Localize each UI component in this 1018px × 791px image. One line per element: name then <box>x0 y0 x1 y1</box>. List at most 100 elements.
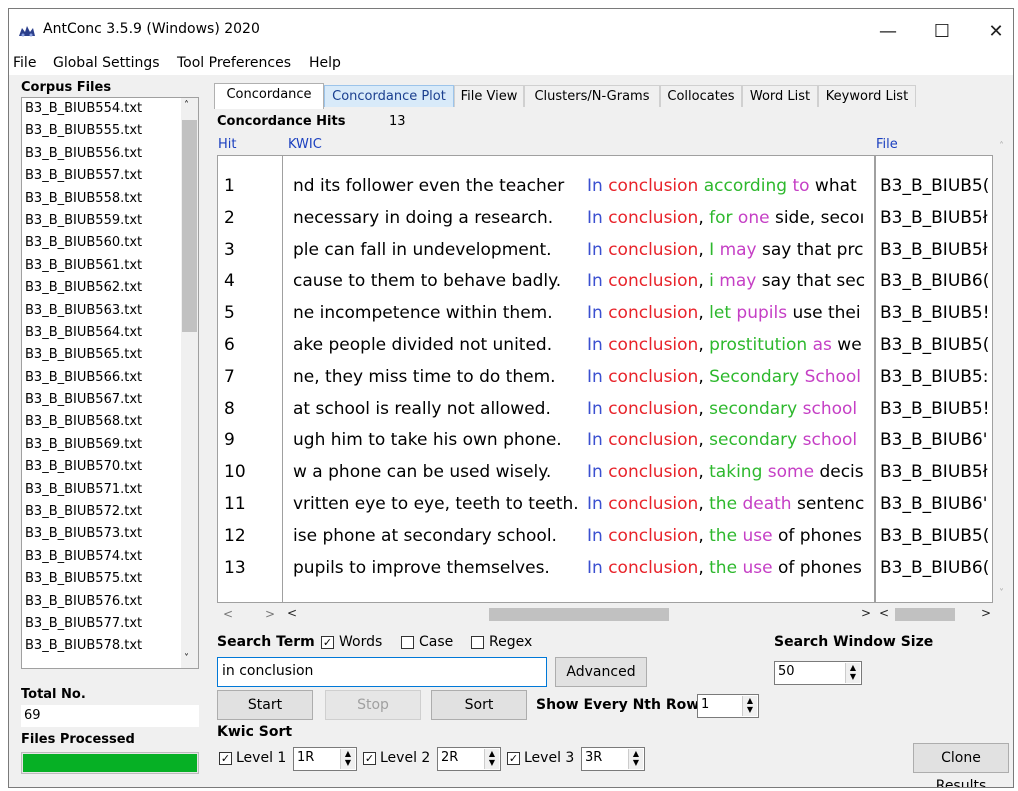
kwic-row[interactable]: nd its follower even the teacher In concl… <box>283 170 874 202</box>
corpus-file-item[interactable]: B3_B_BIUB555.txt <box>22 120 198 142</box>
file-name[interactable]: B3_B_BIUB5( <box>880 329 989 361</box>
corpus-file-item[interactable]: B3_B_BIUB569.txt <box>22 434 198 456</box>
stop-button[interactable]: Stop <box>325 690 421 720</box>
corpus-file-item[interactable]: B3_B_BIUB568.txt <box>22 411 198 433</box>
file-name[interactable]: B3_B_BIUB5ł <box>880 456 988 488</box>
file-name[interactable]: B3_B_BIUB5ł <box>880 202 988 234</box>
kwic-row[interactable]: w a phone can be used wisely. In conclusi… <box>283 456 874 488</box>
corpus-file-item[interactable]: B3_B_BIUB574.txt <box>22 546 198 568</box>
kwic-row[interactable]: at school is really not allowed. In concl… <box>283 393 874 425</box>
case-checkbox[interactable] <box>401 636 414 649</box>
kwic-row[interactable]: pupils to improve themselves. In conclusi… <box>283 552 874 584</box>
menu-tool-preferences[interactable]: Tool Preferences <box>177 55 291 71</box>
advanced-button[interactable]: Advanced <box>555 657 647 687</box>
spinner-arrows-icon[interactable]: ▲ ▼ <box>340 749 355 769</box>
level-1-spinner[interactable]: 1R ▲ ▼ <box>293 747 357 771</box>
level-2-spinner[interactable]: 2R ▲ ▼ <box>437 747 501 771</box>
scroll-up-icon[interactable]: ˄ <box>184 100 189 111</box>
search-window-size-spinner[interactable]: 50 ▲ ▼ <box>774 661 862 685</box>
kwic-hscrollbar[interactable]: < > <box>283 606 875 623</box>
menu-help[interactable]: Help <box>309 55 341 71</box>
col-header-file[interactable]: File <box>876 137 898 152</box>
file-name[interactable]: B3_B_BIUB5( <box>880 520 989 552</box>
scroll-left-icon[interactable]: < <box>287 606 297 620</box>
scroll-right-icon[interactable]: > <box>265 607 275 621</box>
file-name[interactable]: B3_B_BIUB5( <box>880 170 989 202</box>
maximize-button[interactable]: ☐ <box>919 9 965 53</box>
level-1-checkbox[interactable]: ✓ <box>219 752 232 765</box>
level-3-spinner[interactable]: 3R ▲ ▼ <box>581 747 645 771</box>
words-checkbox[interactable]: ✓ <box>321 636 334 649</box>
kwic-row[interactable]: necessary in doing a research. In conclus… <box>283 202 874 234</box>
kwic-row[interactable]: cause to them to behave badly. In conclus… <box>283 265 874 297</box>
hit-hscrollbar[interactable]: < > <box>217 606 283 623</box>
nth-row-spinner[interactable]: 1 ▲ ▼ <box>697 694 759 718</box>
file-name[interactable]: B3_B_BIUB6' <box>880 424 987 456</box>
level-2-checkbox[interactable]: ✓ <box>363 752 376 765</box>
corpus-file-item[interactable]: B3_B_BIUB557.txt <box>22 165 198 187</box>
corpus-file-item[interactable]: B3_B_BIUB570.txt <box>22 456 198 478</box>
search-term-input[interactable]: in conclusion <box>217 657 547 687</box>
kwic-row[interactable]: ple can fall in undevelopment. In conclus… <box>283 234 874 266</box>
tab-word-list[interactable]: Word List <box>742 85 818 107</box>
corpus-file-list[interactable]: B3_B_BIUB554.txt B3_B_BIUB555.txt B3_B_BIU… <box>21 97 199 669</box>
file-hscrollbar[interactable]: < > <box>875 606 995 623</box>
level-3-checkbox[interactable]: ✓ <box>507 752 520 765</box>
kwic-row[interactable]: vritten eye to eye, teeth to teeth. In co… <box>283 488 874 520</box>
file-name[interactable]: B3_B_BIUB6( <box>880 265 989 297</box>
spinner-arrows-icon[interactable]: ▲ ▼ <box>484 749 499 769</box>
corpus-file-item[interactable]: B3_B_BIUB572.txt <box>22 501 198 523</box>
tab-concordance-plot[interactable]: Concordance Plot <box>324 85 454 107</box>
corpus-list-scrollbar[interactable]: ˄ ˅ <box>181 98 198 668</box>
corpus-file-item[interactable]: B3_B_BIUB563.txt <box>22 300 198 322</box>
corpus-file-item[interactable]: B3_B_BIUB577.txt <box>22 613 198 635</box>
corpus-file-item[interactable]: B3_B_BIUB571.txt <box>22 479 198 501</box>
kwic-row[interactable]: ake people divided not united. In conclus… <box>283 329 874 361</box>
corpus-file-item[interactable]: B3_B_BIUB562.txt <box>22 277 198 299</box>
concordance-vscrollbar[interactable]: ˄ ˅ <box>995 139 1013 603</box>
corpus-file-item[interactable]: B3_B_BIUB578.txt <box>22 635 198 657</box>
col-header-kwic[interactable]: KWIC <box>288 137 322 152</box>
sort-button[interactable]: Sort <box>431 690 527 720</box>
file-pane[interactable]: B3_B_BIUB5(B3_B_BIUB5ł B3_B_BIUB5ł B3_B_BI… <box>875 155 993 603</box>
hit-number-pane[interactable]: 1 2 3 4 5 6 7 8 9 10 11 12 13 <box>217 155 283 603</box>
scroll-right-icon[interactable]: > <box>981 606 991 620</box>
scroll-left-icon[interactable]: < <box>223 607 233 621</box>
file-hscroll-thumb[interactable] <box>895 608 955 621</box>
corpus-list-scroll-thumb[interactable] <box>182 120 197 332</box>
file-name[interactable]: B3_B_BIUB6' <box>880 488 987 520</box>
menu-global-settings[interactable]: Global Settings <box>53 55 160 71</box>
scroll-left-icon[interactable]: < <box>879 606 889 620</box>
corpus-file-item[interactable]: B3_B_BIUB575.txt <box>22 568 198 590</box>
corpus-file-item[interactable]: B3_B_BIUB573.txt <box>22 523 198 545</box>
file-name[interactable]: B3_B_BIUB5! <box>880 393 990 425</box>
scroll-down-icon[interactable]: ˅ <box>999 588 1004 599</box>
start-button[interactable]: Start <box>217 690 313 720</box>
corpus-file-item[interactable]: B3_B_BIUB561.txt <box>22 255 198 277</box>
menu-file[interactable]: File <box>13 55 36 71</box>
corpus-file-item[interactable]: B3_B_BIUB559.txt <box>22 210 198 232</box>
regex-checkbox[interactable] <box>471 636 484 649</box>
scroll-down-icon[interactable]: ˅ <box>184 653 189 664</box>
tab-keyword-list[interactable]: Keyword List <box>818 85 916 107</box>
corpus-file-item[interactable]: B3_B_BIUB556.txt <box>22 143 198 165</box>
kwic-row[interactable]: ugh him to take his own phone. In conclus… <box>283 424 874 456</box>
spinner-arrows-icon[interactable]: ▲ ▼ <box>742 696 757 716</box>
kwic-row[interactable]: ise phone at secondary school. In conclus… <box>283 520 874 552</box>
corpus-file-item[interactable]: B3_B_BIUB560.txt <box>22 232 198 254</box>
corpus-file-item[interactable]: B3_B_BIUB564.txt <box>22 322 198 344</box>
corpus-file-item[interactable]: B3_B_BIUB567.txt <box>22 389 198 411</box>
tab-concordance[interactable]: Concordance <box>214 83 324 109</box>
file-name[interactable]: B3_B_BIUB5! <box>880 297 990 329</box>
file-name[interactable]: B3_B_BIUB5: <box>880 361 988 393</box>
corpus-file-item[interactable]: B3_B_BIUB566.txt <box>22 367 198 389</box>
spinner-arrows-icon[interactable]: ▲ ▼ <box>628 749 643 769</box>
spinner-arrows-icon[interactable]: ▲ ▼ <box>845 663 860 683</box>
tab-clusters-ngrams[interactable]: Clusters/N-Grams <box>524 85 660 107</box>
corpus-file-item[interactable]: B3_B_BIUB565.txt <box>22 344 198 366</box>
tab-collocates[interactable]: Collocates <box>660 85 742 107</box>
kwic-row[interactable]: ne incompetence within them. In conclusio… <box>283 297 874 329</box>
scroll-up-icon[interactable]: ˄ <box>999 141 1004 152</box>
tab-file-view[interactable]: File View <box>454 85 524 107</box>
file-name[interactable]: B3_B_BIUB5ł <box>880 234 988 266</box>
